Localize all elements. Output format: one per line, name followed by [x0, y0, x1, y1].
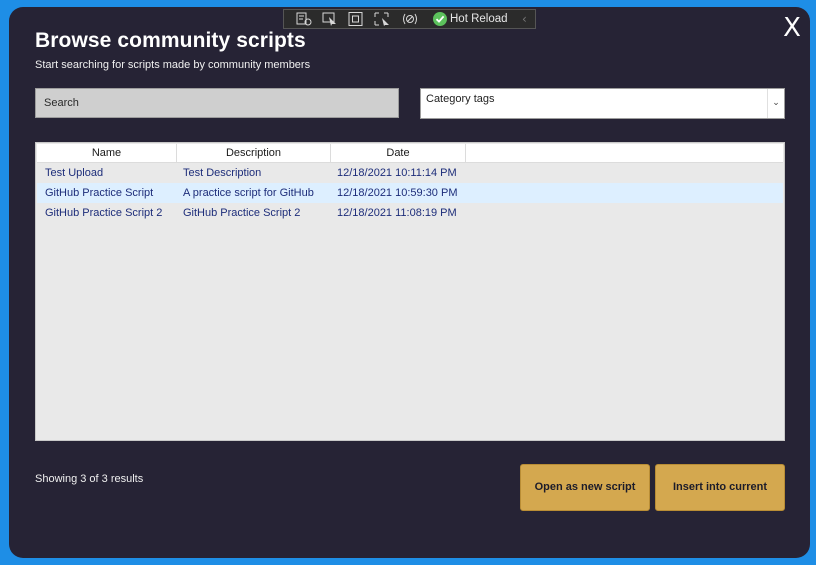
live-visual-tree-icon[interactable] [296, 12, 312, 26]
insert-into-current-button[interactable]: Insert into current [655, 464, 785, 511]
scripts-table: Name Description Date Test Upload Test D… [35, 142, 785, 441]
column-header-date[interactable]: Date [331, 144, 466, 162]
table-row[interactable]: GitHub Practice Script 2 GitHub Practice… [37, 203, 783, 223]
cell-name: GitHub Practice Script 2 [45, 207, 163, 219]
category-tags-dropdown[interactable]: Category tags ⌄ [420, 88, 785, 119]
cell-name: Test Upload [45, 167, 104, 179]
results-count: Showing 3 of 3 results [35, 473, 144, 485]
dialog-subtitle: Start searching for scripts made by comm… [35, 59, 311, 71]
table-row[interactable]: Test Upload Test Description 12/18/2021 … [37, 163, 783, 183]
table-header: Name Description Date [37, 144, 783, 163]
display-layout-adorners-icon[interactable] [348, 12, 364, 26]
binding-failures-icon[interactable] [402, 12, 418, 26]
open-as-new-script-button[interactable]: Open as new script [520, 464, 650, 511]
cell-date: 12/18/2021 11:08:19 PM [337, 207, 457, 219]
chevron-down-icon[interactable]: ⌄ [767, 89, 784, 118]
column-header-description[interactable]: Description [177, 144, 331, 162]
search-input[interactable] [35, 88, 399, 118]
dialog-window: Browse community scripts Start searching… [9, 7, 810, 558]
table-row-selected[interactable]: GitHub Practice Script A practice script… [37, 183, 783, 203]
cell-name: GitHub Practice Script [45, 187, 154, 199]
cell-description: GitHub Practice Script 2 [183, 207, 301, 219]
cell-description: Test Description [183, 167, 262, 179]
dialog-title: Browse community scripts [35, 29, 306, 52]
category-tags-label: Category tags [426, 93, 495, 105]
collapse-chevron-icon[interactable]: ‹ [522, 11, 532, 27]
close-button[interactable]: X [777, 13, 807, 43]
cell-date: 12/18/2021 10:11:14 PM [337, 167, 457, 179]
xaml-debug-toolbar: Hot Reload ‹ [283, 9, 536, 29]
cell-date: 12/18/2021 10:59:30 PM [337, 187, 458, 199]
cell-description: A practice script for GitHub [183, 187, 314, 199]
select-element-icon[interactable] [322, 12, 338, 26]
hot-reload-label[interactable]: Hot Reload [450, 12, 508, 26]
hot-reload-status-icon [433, 12, 447, 26]
column-header-name[interactable]: Name [37, 144, 177, 162]
track-focused-element-icon[interactable] [374, 12, 390, 26]
